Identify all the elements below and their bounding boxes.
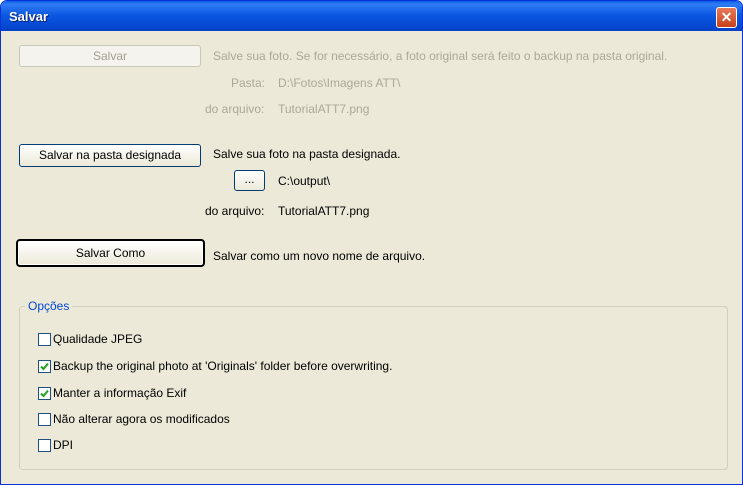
title-bar[interactable]: Salvar ✕ [1,1,742,31]
options-group-title: Opções [25,299,73,313]
save-folder-value: D:\Fotos\Imagens ATT\ [278,76,401,90]
options-group: Opções Qualidade JPEG Backup the origina… [19,299,728,470]
checkbox-keep-exif[interactable] [38,387,51,400]
option-label: Qualidade JPEG [53,332,143,346]
checkbox-backup-original[interactable] [38,360,51,373]
option-label: DPI [53,438,74,452]
option-label: Backup the original photo at 'Originals'… [53,359,393,373]
checkbox-jpeg-quality[interactable] [38,333,51,346]
save-dialog: Salvar ✕ Salvar Salve sua foto. Se for n… [0,0,743,485]
save-designated-description: Salve sua foto na pasta designada. [213,147,401,161]
save-button[interactable]: Salvar [19,45,201,67]
save-as-button[interactable]: Salvar Como [16,239,205,267]
save-filename-value: TutorialATT7.png [278,102,370,116]
browse-folder-button[interactable]: ... [234,170,265,191]
save-description: Salve sua foto. Se for necessário, a fot… [213,49,668,63]
save-as-description: Salvar como um novo nome de arquivo. [213,249,426,263]
checkmark-icon [40,389,49,398]
dialog-body: Salvar Salve sua foto. Se for necessário… [5,31,738,480]
option-label: Manter a informação Exif [53,386,187,400]
designated-filename-value: TutorialATT7.png [278,204,370,218]
designated-folder-value: C:\output\ [278,174,331,188]
option-label: Não alterar agora os modificados [53,412,230,426]
close-button[interactable]: ✕ [716,7,737,28]
designated-filename-label: do arquivo: [205,204,265,218]
save-designated-button[interactable]: Salvar na pasta designada [19,144,201,167]
checkmark-icon [40,362,49,371]
save-folder-label: Pasta: [231,76,266,90]
save-filename-label: do arquivo: [205,102,265,116]
window-title: Salvar [9,9,49,24]
checkbox-dpi[interactable] [38,439,51,452]
close-icon: ✕ [720,9,733,25]
checkbox-no-change-modified[interactable] [38,413,51,426]
